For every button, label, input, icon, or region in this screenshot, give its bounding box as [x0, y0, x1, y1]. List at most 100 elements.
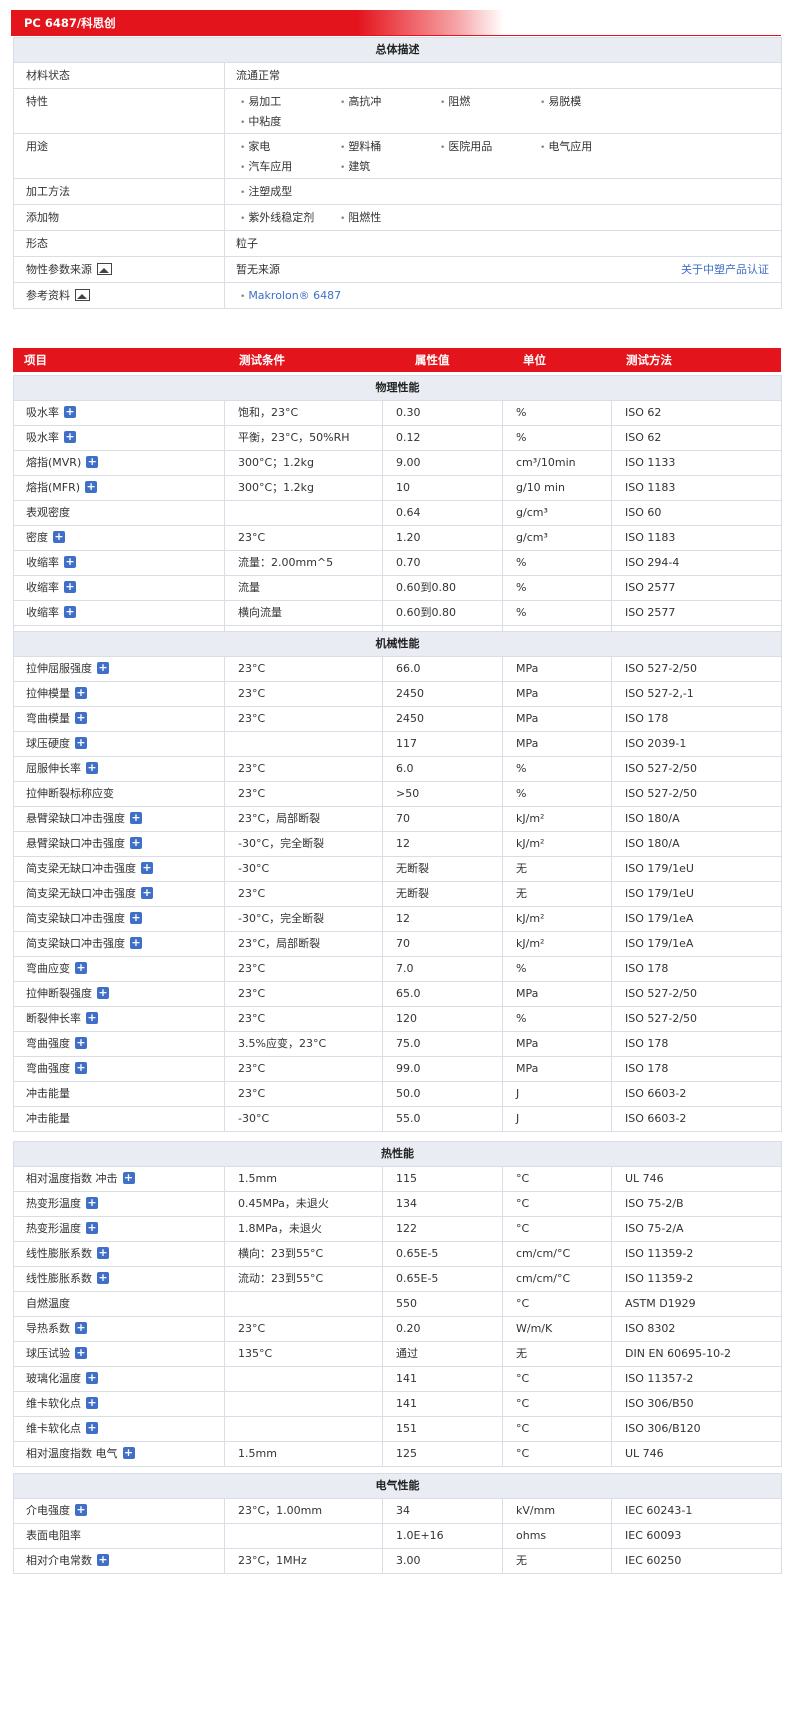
test-method: ISO 178	[625, 707, 668, 731]
expand-plus-icon[interactable]: +	[97, 1554, 109, 1566]
property-row: 维卡软化点 +151 °C ISO 306/B120	[14, 1417, 781, 1442]
expand-plus-icon[interactable]: +	[75, 1347, 87, 1359]
image-icon[interactable]	[75, 289, 90, 301]
overview-label: 加工方法	[26, 179, 70, 204]
cell-text: MPa	[516, 662, 539, 675]
test-condition: 横向：23到55°C	[238, 1242, 323, 1266]
property-name: 简支梁无缺口冲击强度 +	[26, 882, 153, 906]
expand-plus-icon[interactable]: +	[75, 962, 87, 974]
property-name: 相对介电常数 +	[26, 1549, 109, 1573]
overview-tag[interactable]: 中粘度	[240, 109, 281, 134]
cell-text: 0.60到0.80	[396, 581, 456, 594]
overview-tag[interactable]: 建筑	[340, 154, 370, 179]
expand-plus-icon[interactable]: +	[97, 1272, 109, 1284]
expand-plus-icon[interactable]: +	[75, 1062, 87, 1074]
test-method: ASTM D1929	[625, 1292, 696, 1316]
certification-link[interactable]: 关于中塑产品认证	[681, 257, 769, 282]
overview-tag[interactable]: 高抗冲	[340, 89, 381, 114]
expand-plus-icon[interactable]: +	[75, 737, 87, 749]
image-icon[interactable]	[97, 263, 112, 275]
column-divider	[502, 1032, 503, 1056]
expand-plus-icon[interactable]: +	[130, 812, 142, 824]
expand-plus-icon[interactable]: +	[64, 581, 76, 593]
unit: kJ/m²	[516, 907, 544, 931]
property-row: 简支梁缺口冲击强度 + -30°C，完全断裂 12 kJ/m² ISO 179/1eA	[14, 907, 781, 932]
overview-tag[interactable]: 易脱模	[540, 89, 581, 114]
column-divider	[382, 1057, 383, 1081]
expand-plus-icon[interactable]: +	[64, 431, 76, 443]
overview-tag[interactable]: 阻燃性	[340, 205, 381, 230]
expand-plus-icon[interactable]: +	[75, 1322, 87, 1334]
expand-plus-icon[interactable]: +	[75, 1504, 87, 1516]
expand-plus-icon[interactable]: +	[64, 606, 76, 618]
column-divider	[224, 1342, 225, 1366]
property-name: 拉伸屈服强度 +	[26, 657, 109, 681]
test-condition: 135°C	[238, 1342, 272, 1366]
expand-plus-icon[interactable]: +	[141, 862, 153, 874]
overview-tag[interactable]: Makrolon® 6487	[240, 283, 341, 308]
cell-text: W/m/K	[516, 1322, 553, 1335]
expand-plus-icon[interactable]: +	[86, 762, 98, 774]
test-condition: 23°C	[238, 882, 265, 906]
property-name: 冲击能量	[26, 1082, 70, 1106]
column-divider	[224, 451, 225, 475]
expand-plus-icon[interactable]: +	[85, 481, 98, 493]
expand-plus-icon[interactable]: +	[141, 887, 153, 899]
expand-plus-icon[interactable]: +	[75, 712, 87, 724]
overview-tag[interactable]: 医院用品	[440, 134, 492, 159]
expand-plus-icon[interactable]: +	[97, 662, 109, 674]
overview-tag[interactable]: 阻燃	[440, 89, 470, 114]
column-divider	[502, 501, 503, 525]
column-divider	[611, 1032, 612, 1056]
expand-plus-icon[interactable]: +	[122, 1172, 135, 1184]
expand-plus-icon[interactable]: +	[64, 406, 76, 418]
cell-text: ISO 62	[625, 431, 662, 444]
overview-tag[interactable]: 汽车应用	[240, 154, 292, 179]
expand-plus-icon[interactable]: +	[130, 937, 142, 949]
expand-plus-icon[interactable]: +	[130, 837, 142, 849]
expand-plus-icon[interactable]: +	[97, 1247, 109, 1259]
expand-plus-icon[interactable]: +	[75, 1037, 87, 1049]
expand-plus-icon[interactable]: +	[86, 1222, 98, 1234]
test-method: ISO 178	[625, 957, 668, 981]
test-method: ISO 306/B50	[625, 1392, 694, 1416]
test-method: ISO 60	[625, 501, 661, 525]
expand-plus-icon[interactable]: +	[86, 1012, 98, 1024]
expand-plus-icon[interactable]: +	[97, 987, 109, 999]
column-divider	[611, 957, 612, 981]
expand-plus-icon[interactable]: +	[130, 912, 142, 924]
overview-tag[interactable]: 紫外线稳定剂	[240, 205, 314, 230]
cell-text: ISO 1133	[625, 456, 676, 469]
column-divider	[502, 807, 503, 831]
expand-plus-icon[interactable]: +	[86, 1422, 98, 1434]
expand-plus-icon[interactable]: +	[64, 556, 76, 568]
column-divider	[611, 657, 612, 681]
cell-text: MPa	[516, 1037, 539, 1050]
expand-plus-icon[interactable]: +	[53, 531, 65, 543]
test-method: ISO 178	[625, 1057, 668, 1081]
expand-plus-icon[interactable]: +	[75, 687, 87, 699]
overview-tag[interactable]: 注塑成型	[240, 179, 292, 204]
unit: kV/mm	[516, 1499, 555, 1523]
overview-tag[interactable]: 电气应用	[540, 134, 592, 159]
test-condition: 3.5%应变，23°C	[238, 1032, 326, 1056]
cell-text: 收缩率	[26, 581, 59, 594]
expand-plus-icon[interactable]: +	[86, 1372, 98, 1384]
property-name: 屈服伸长率 +	[26, 757, 98, 781]
property-value: >50	[396, 782, 419, 806]
cell-text: ISO 6603-2	[625, 1087, 687, 1100]
column-divider	[611, 1392, 612, 1416]
expand-plus-icon[interactable]: +	[86, 1197, 98, 1209]
expand-plus-icon[interactable]: +	[86, 456, 99, 468]
unit: MPa	[516, 982, 538, 1006]
column-divider	[224, 857, 225, 881]
column-divider	[224, 882, 225, 906]
column-divider	[224, 1317, 225, 1341]
cell-text: ISO 62	[625, 406, 662, 419]
property-value: 50.0	[396, 1082, 421, 1106]
expand-plus-icon[interactable]: +	[122, 1447, 135, 1459]
property-value: 1.0E+16	[396, 1524, 444, 1548]
cell-text: kV/mm	[516, 1504, 556, 1517]
column-divider	[224, 1267, 225, 1291]
expand-plus-icon[interactable]: +	[86, 1397, 98, 1409]
